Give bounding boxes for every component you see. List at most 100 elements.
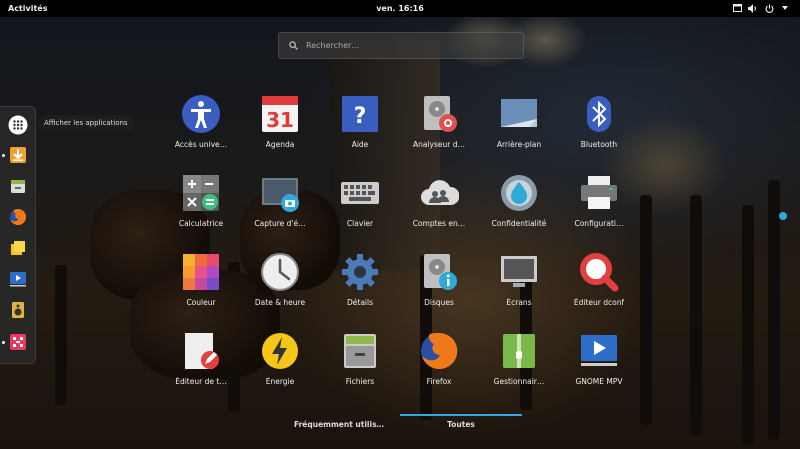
page-indicator[interactable] <box>779 212 787 220</box>
app-label: Couleur <box>186 298 216 307</box>
svg-text:31: 31 <box>266 108 294 132</box>
displays-icon <box>499 252 539 292</box>
app-privacy[interactable]: Confidentialité <box>479 169 559 239</box>
system-tray[interactable] <box>732 3 790 13</box>
app-calendar[interactable]: 31 Agenda <box>240 90 320 160</box>
app-keyboard[interactable]: Clavier <box>320 169 400 239</box>
app-label: Firefox <box>426 377 452 386</box>
dash-item-downloader[interactable] <box>7 144 29 166</box>
firefox-icon <box>10 209 26 225</box>
app-dconf[interactable]: Éditeur dconf <box>559 248 639 318</box>
tab-frequent[interactable]: Fréquemment utilis… <box>278 412 400 436</box>
disk-usage-icon <box>419 94 459 134</box>
app-help[interactable]: ? Aide <box>320 90 400 160</box>
search-input[interactable] <box>304 40 508 51</box>
power-energy-icon <box>260 331 300 371</box>
app-label: Arrière-plan <box>496 140 542 149</box>
volume-icon[interactable] <box>748 3 758 13</box>
app-label: Agenda <box>265 140 295 149</box>
app-calculator[interactable]: Calculatrice <box>161 169 241 239</box>
app-displays[interactable]: Écrans <box>479 248 559 318</box>
calculator-icon <box>181 173 221 213</box>
text-editor-icon <box>181 331 221 371</box>
app-label: Confidentialité <box>491 219 547 228</box>
background-icon <box>499 94 539 134</box>
show-apps-button[interactable] <box>7 114 29 136</box>
app-label: Éditeur dconf <box>573 298 625 307</box>
app-label: Fichiers <box>345 377 375 386</box>
app-background[interactable]: Arrière-plan <box>479 90 559 160</box>
app-label: Détails <box>346 298 373 307</box>
downloader-icon <box>10 147 26 163</box>
tooltip: Afficher les applications <box>38 115 134 131</box>
app-label: Analyseur d… <box>412 140 465 149</box>
help-icon: ? <box>340 94 380 134</box>
calendar-icon: 31 <box>260 94 300 134</box>
app-label: Accès unive… <box>174 140 228 149</box>
app-label: Calculatrice <box>178 219 224 228</box>
dash-item-speaker[interactable] <box>7 299 29 321</box>
app-online-accounts[interactable]: Comptes en… <box>399 169 479 239</box>
app-label: GNOME MPV <box>575 377 623 386</box>
app-files[interactable]: Fichiers <box>320 327 400 397</box>
app-label: Gestionnair… <box>493 377 545 386</box>
notes-icon <box>11 241 25 255</box>
app-bluetooth[interactable]: Bluetooth <box>559 90 639 160</box>
show-apps-icon <box>8 115 28 135</box>
search-icon <box>289 41 298 50</box>
app-label: Date & heure <box>254 298 306 307</box>
clock[interactable]: ven. 16:16 <box>0 4 800 13</box>
app-details-gear[interactable]: Détails <box>320 248 400 318</box>
dash-item-files-drawer[interactable] <box>7 175 29 197</box>
chevron-down-icon[interactable] <box>780 3 790 13</box>
activities-button[interactable]: Activités <box>8 4 47 13</box>
keyboard-icon <box>340 173 380 213</box>
app-disk-usage[interactable]: Analyseur d… <box>399 90 479 160</box>
app-disks[interactable]: Disques <box>399 248 479 318</box>
app-clock[interactable]: Date & heure <box>240 248 320 318</box>
disks-icon <box>419 252 459 292</box>
app-label: Énergie <box>265 377 295 386</box>
dash <box>0 106 36 364</box>
app-firefox[interactable]: Firefox <box>399 327 479 397</box>
power-icon[interactable] <box>764 3 774 13</box>
app-accessibility[interactable]: Accès unive… <box>161 90 241 160</box>
app-label: Disques <box>424 298 454 307</box>
app-label: Capture d'é… <box>254 219 306 228</box>
window-icon[interactable] <box>732 3 742 13</box>
color-icon <box>181 252 221 292</box>
screenshot-icon <box>260 173 300 213</box>
top-bar: Activités ven. 16:16 <box>0 0 800 17</box>
privacy-icon <box>499 173 539 213</box>
archive-manager-icon <box>499 331 539 371</box>
dash-item-notes[interactable] <box>7 237 29 259</box>
accessibility-icon <box>181 94 221 134</box>
app-label: Clavier <box>346 219 374 228</box>
clock-icon <box>260 252 300 292</box>
app-archive-manager[interactable]: Gestionnair… <box>479 327 559 397</box>
app-screenshot[interactable]: Capture d'é… <box>240 169 320 239</box>
app-label: Aide <box>351 140 369 149</box>
bluetooth-icon <box>579 94 619 134</box>
game-icon <box>10 334 26 350</box>
search-box[interactable] <box>278 32 524 59</box>
app-label: Bluetooth <box>580 140 618 149</box>
app-text-editor[interactable]: Éditeur de t… <box>161 327 241 397</box>
details-gear-icon <box>340 252 380 292</box>
dash-item-video[interactable] <box>7 268 29 290</box>
view-switcher: Fréquemment utilis… Toutes <box>278 412 522 436</box>
dconf-icon <box>579 252 619 292</box>
video-player-icon <box>10 272 26 287</box>
app-power-energy[interactable]: Énergie <box>240 327 320 397</box>
printer-icon <box>579 173 619 213</box>
dash-item-game[interactable] <box>7 331 29 353</box>
tab-all[interactable]: Toutes <box>400 412 522 436</box>
app-color[interactable]: Couleur <box>161 248 241 318</box>
running-indicator <box>2 154 5 157</box>
app-printer[interactable]: Configurati… <box>559 169 639 239</box>
dash-item-firefox[interactable] <box>7 206 29 228</box>
app-label: Écrans <box>506 298 532 307</box>
app-mpv[interactable]: GNOME MPV <box>559 327 639 397</box>
firefox-icon <box>419 331 459 371</box>
app-label: Éditeur de t… <box>175 377 227 386</box>
